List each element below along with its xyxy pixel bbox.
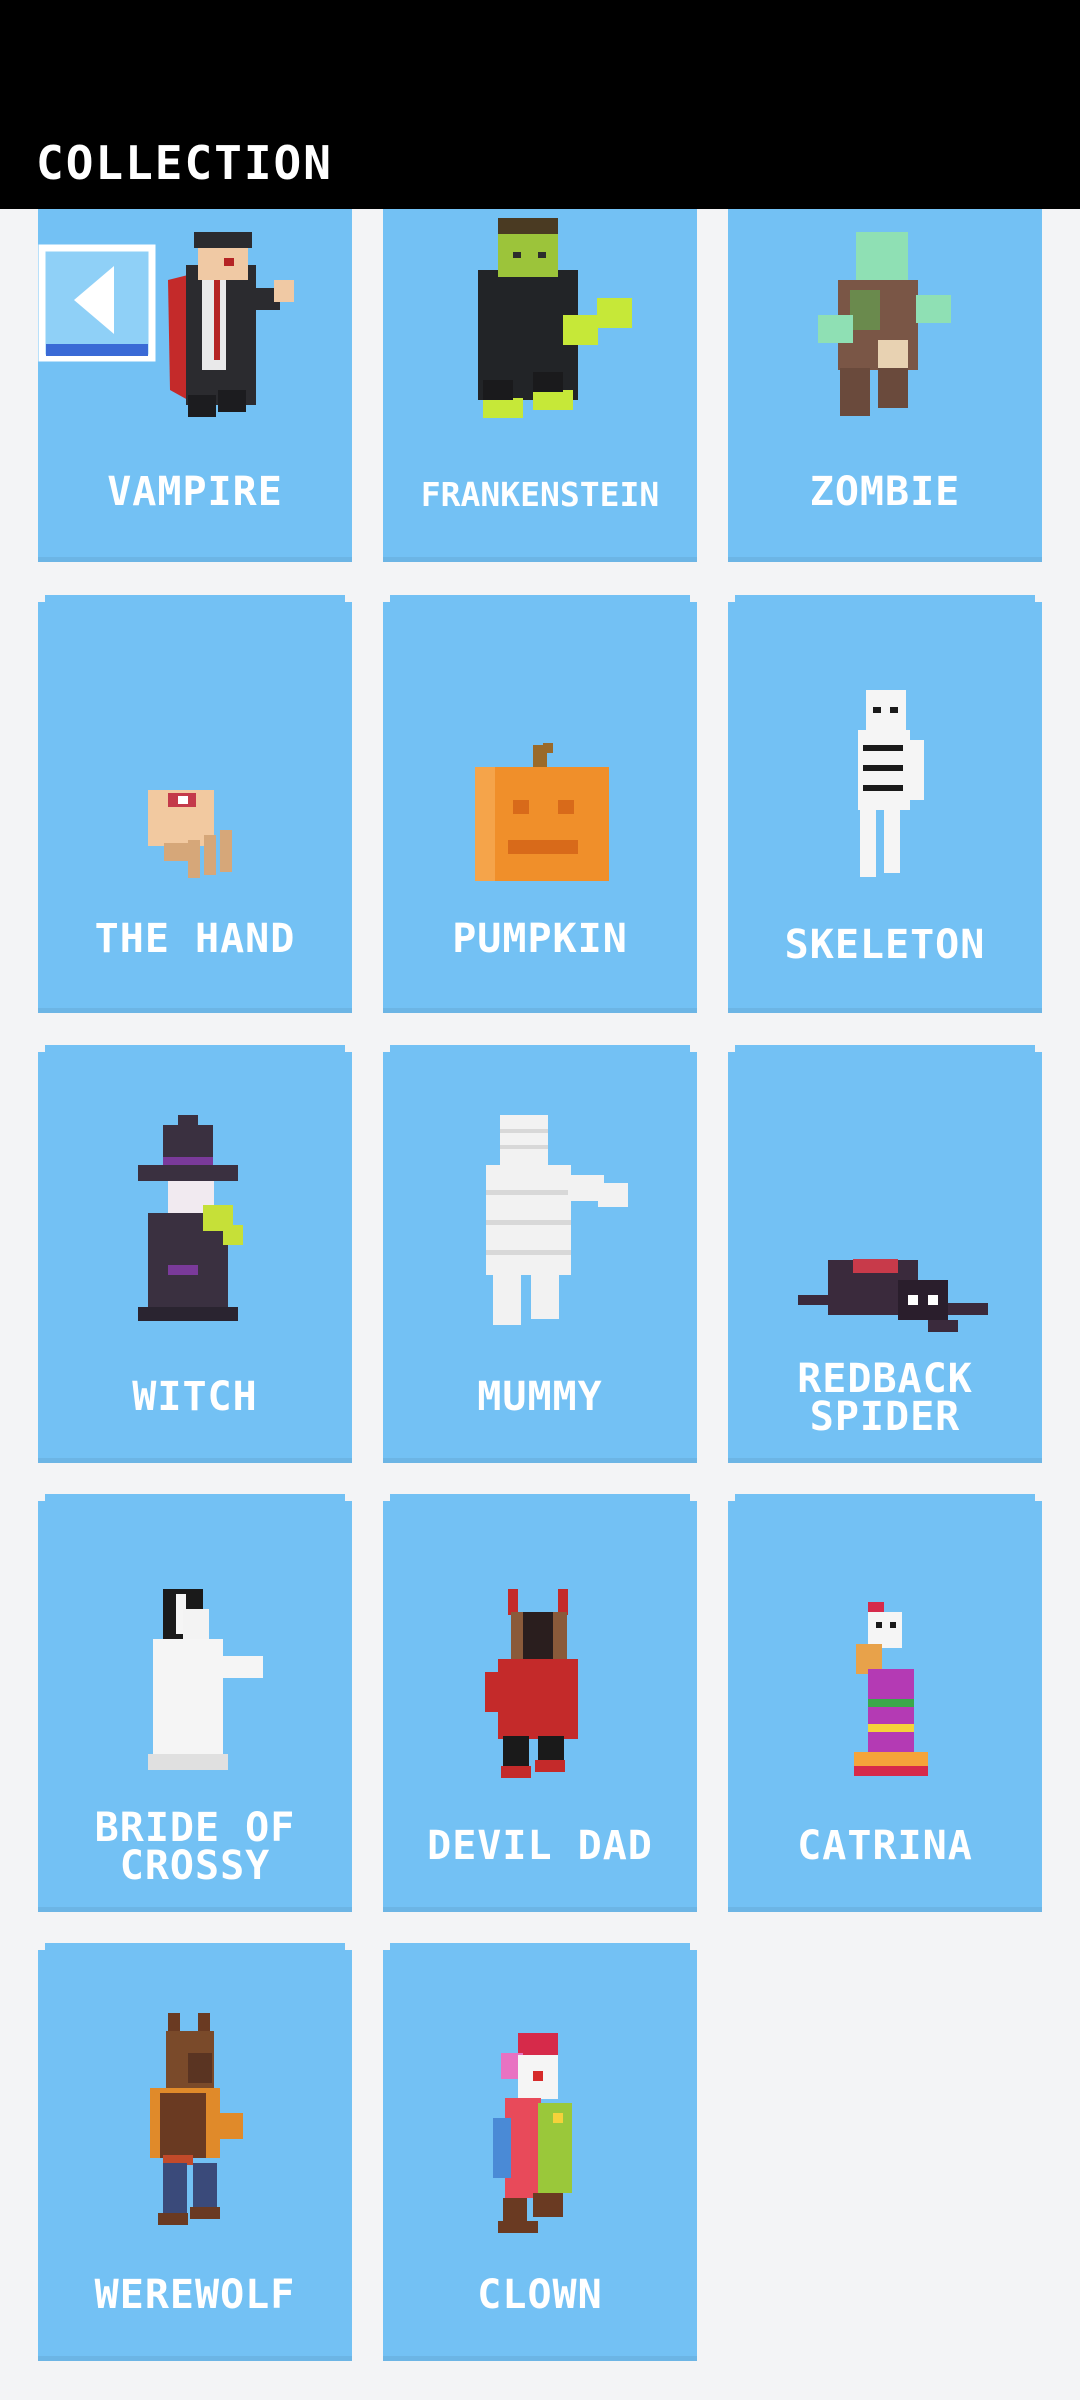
character-name: PUMPKIN: [452, 916, 628, 962]
devil-icon: [485, 1589, 578, 1778]
character-name: VAMPIRE: [107, 469, 283, 515]
character-name: ZOMBIE: [809, 469, 961, 515]
character-name: WITCH: [132, 1374, 258, 1420]
character-name: WEREWOLF: [94, 2272, 296, 2318]
character-name: MUMMY: [477, 1374, 603, 1420]
collection-grid: VAMPIRE FRANKENSTEIN ZOMBIE THE HAND PUM…: [0, 0, 1080, 2400]
app-header: COLLECTION: [0, 0, 1080, 209]
character-name-line2: SPIDER: [809, 1394, 961, 1440]
character-card-pumpkin[interactable]: PUMPKIN: [383, 595, 697, 1013]
mummy-icon: [486, 1115, 628, 1325]
werewolf-icon: [150, 2013, 243, 2225]
character-card-clown[interactable]: CLOWN: [383, 1943, 697, 2361]
spider-icon: [798, 1259, 988, 1332]
character-card-the-hand[interactable]: THE HAND: [38, 595, 352, 1013]
page-title: COLLECTION: [36, 136, 333, 190]
character-name: SKELETON: [784, 922, 986, 968]
character-name-line1: BRIDE OF: [94, 1805, 296, 1851]
skeleton-icon: [858, 690, 924, 877]
character-card-werewolf[interactable]: WEREWOLF: [38, 1943, 352, 2361]
character-card-bride-of-crossy[interactable]: BRIDE OF CROSSY: [38, 1494, 352, 1912]
character-card-devil-dad[interactable]: DEVIL DAD: [383, 1494, 697, 1912]
clown-icon: [493, 2033, 572, 2233]
character-name: THE HAND: [94, 916, 296, 962]
catrina-icon: [854, 1602, 928, 1776]
character-name-line1: REDBACK: [797, 1356, 973, 1402]
hand-icon: [148, 790, 232, 878]
character-card-redback-spider[interactable]: REDBACK SPIDER: [728, 1045, 1042, 1463]
pumpkin-icon: [475, 743, 609, 881]
character-card-mummy[interactable]: MUMMY: [383, 1045, 697, 1463]
character-card-catrina[interactable]: CATRINA: [728, 1494, 1042, 1912]
character-name: CLOWN: [477, 2272, 603, 2318]
back-arrow-icon: [38, 244, 156, 362]
character-name: DEVIL DAD: [427, 1823, 653, 1869]
character-name: FRANKENSTEIN: [420, 475, 660, 514]
back-button[interactable]: [38, 244, 156, 366]
witch-icon: [138, 1115, 243, 1321]
character-name-line2: CROSSY: [119, 1843, 271, 1889]
character-name: CATRINA: [797, 1823, 973, 1869]
character-card-witch[interactable]: WITCH: [38, 1045, 352, 1463]
character-card-skeleton[interactable]: SKELETON: [728, 595, 1042, 1013]
bride-icon: [148, 1589, 263, 1770]
